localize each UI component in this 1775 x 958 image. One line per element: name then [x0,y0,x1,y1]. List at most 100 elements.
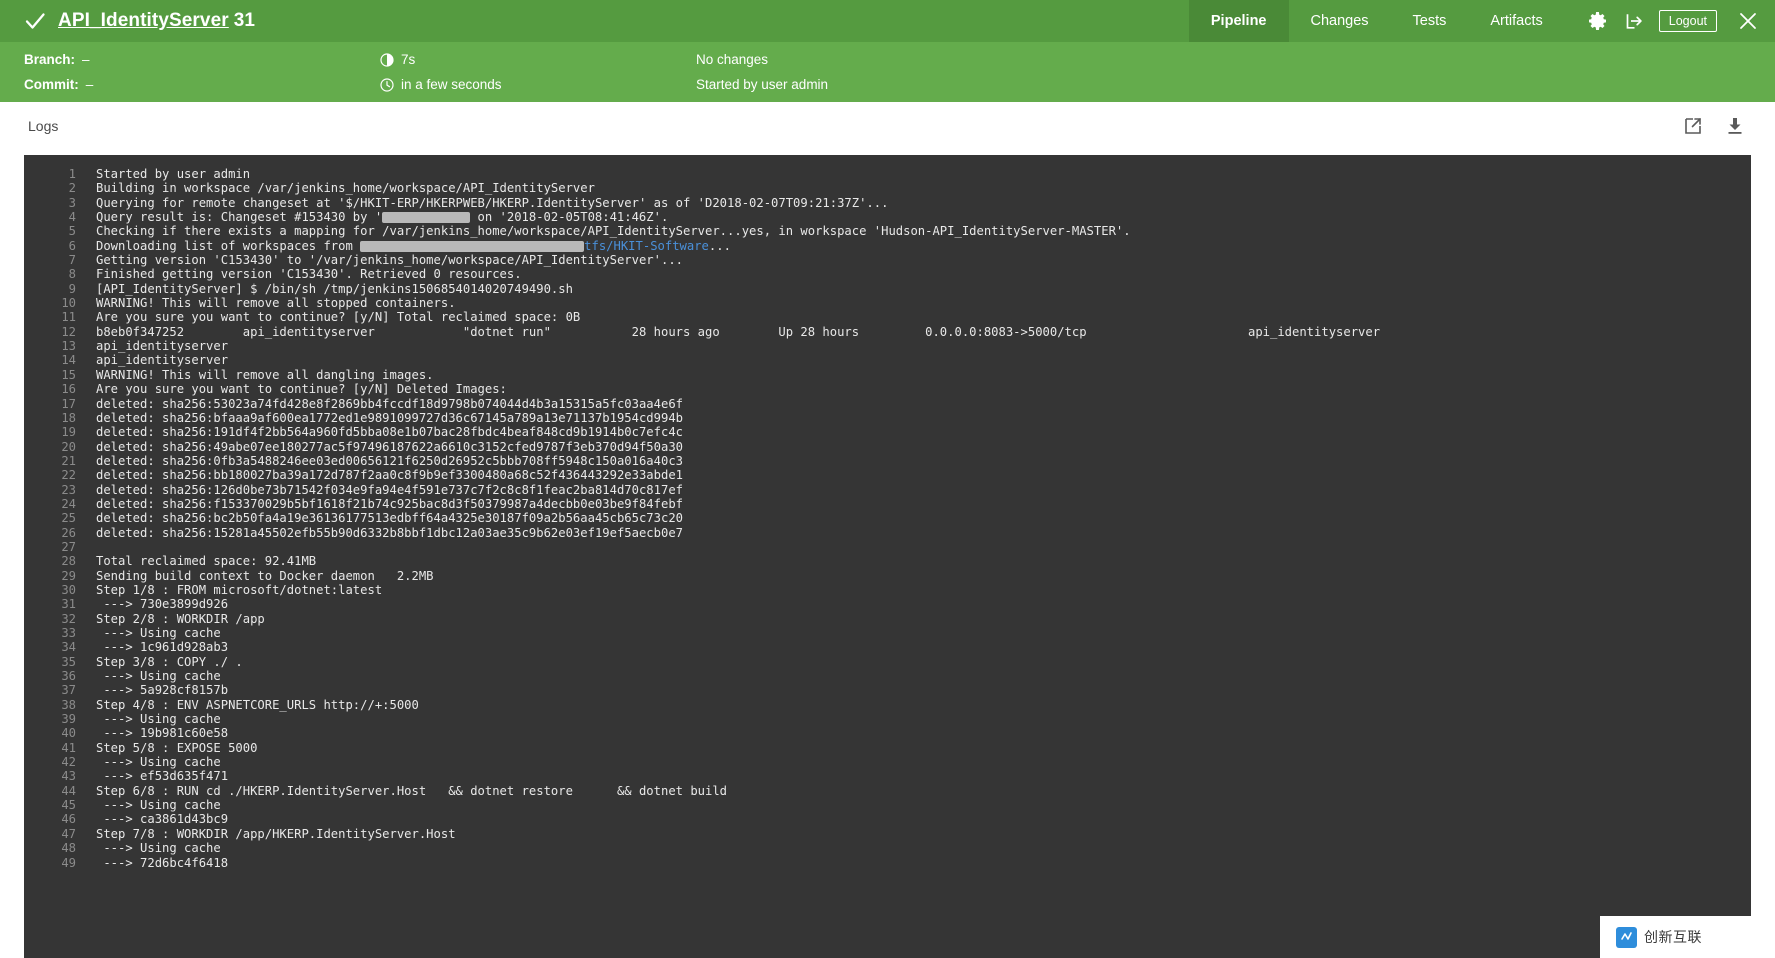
log-line-number: 4 [68,210,76,225]
logs-actions [1683,116,1745,136]
log-line: 8 Finished getting version 'C153430'. Ret… [24,267,1751,281]
log-line-text: Started by user admin [96,167,251,181]
log-line: 22 deleted: sha256:bb180027ba39a172d787f2… [24,468,1751,482]
branch-value: – [82,52,90,67]
log-line-number: 14 [61,353,76,368]
redacted-region [382,212,471,224]
log-line-number: 31 [61,597,76,612]
log-line-number: 29 [61,568,76,583]
changes-value: No changes [696,52,769,67]
log-line-text: ---> ef53d635f471 [96,769,229,784]
commit-label: Commit: [24,77,79,92]
log-line-number: 17 [61,396,76,411]
watermark-logo-icon [1616,926,1637,948]
log-line-text: Getting version 'C153430' to '/var/jenki… [96,253,683,268]
log-line-number: 43 [61,769,76,784]
log-line-text: deleted: sha256:bc2b50fa4a19e36136177513… [96,511,683,526]
log-line-text: Building in workspace /var/jenkins_home/… [96,181,595,196]
tab-tests[interactable]: Tests [1391,0,1469,42]
log-line: 15 WARNING! This will remove all dangling… [24,368,1751,382]
gear-icon[interactable] [1587,10,1609,32]
log-line-text: ---> 5a928cf8157b [96,683,229,698]
log-line-text: WARNING! This will remove all dangling i… [96,367,434,382]
log-line: 18 deleted: sha256:bfaaa9af600ea1772ed1e9… [24,411,1751,425]
log-line-text: Step 4/8 : ENV ASPNETCORE_URLS http://+:… [96,697,419,712]
log-line: 40 ---> 19b981c60e58 [24,726,1751,740]
log-line-number: 40 [61,726,76,741]
log-line: 36 ---> Using cache [24,669,1751,683]
primary-nav: Pipeline Changes Tests Artifacts [1188,0,1565,42]
log-line-number: 8 [68,267,76,282]
log-line: 13 api_identityserver [24,339,1751,353]
log-line: 26 deleted: sha256:15281a45502efb55b90d63… [24,526,1751,540]
log-line: 35 Step 3/8 : COPY ./ . [24,655,1751,669]
commit-value: – [85,77,94,92]
commit-row: Commit: – [24,76,380,93]
pipeline-header: API_IdentityServer 31 Pipeline Changes Te… [0,0,1775,102]
clock-icon [380,77,394,92]
page-title: API_IdentityServer 31 [58,10,255,32]
log-line: 20 deleted: sha256:49abe07ee180277ac5f974… [24,440,1751,454]
log-line: 3 Querying for remote changeset at '$/HKI… [24,196,1751,210]
log-line-text: deleted: sha256:191df4f2bb564a960fd5bba0… [96,425,683,440]
log-line-number: 49 [61,855,76,870]
log-line: 5 Checking if there exists a mapping for … [24,224,1751,238]
log-line-number: 19 [61,425,76,440]
log-line: 49 ---> 72d6bc4f6418 [24,856,1751,870]
download-icon[interactable] [1725,116,1745,136]
log-line-text: ---> Using cache [96,712,221,727]
replay-arrow-icon[interactable] [1623,10,1645,32]
log-line-number: 32 [61,611,76,626]
log-line-number: 34 [61,640,76,655]
check-icon [24,10,46,32]
logout-button[interactable]: Logout [1658,9,1717,33]
build-info-bar: Branch: – Commit: – 7s in a few seconds … [0,42,1775,102]
log-line: 11 Are you sure you want to continue? [y/… [24,310,1751,324]
duration-row: 7s [380,51,696,68]
job-name-link[interactable]: API_IdentityServer [58,10,229,31]
log-line: 2 Building in workspace /var/jenkins_home… [24,181,1751,195]
log-line-text: deleted: sha256:f153370029b5bf1618f21b74… [96,496,683,511]
log-line-number: 24 [61,496,76,511]
log-line: 31 ---> 730e3899d926 [24,597,1751,611]
console-log-panel[interactable]: 1 Started by user admin 2 Building in works… [24,155,1751,958]
log-line: 45 ---> Using cache [24,798,1751,812]
watermark-text: 创新互联 [1644,929,1702,945]
log-line-text: WARNING! This will remove all stopped co… [96,296,456,311]
log-line-number: 12 [61,324,76,339]
external-link-icon[interactable] [1683,116,1703,136]
tab-pipeline[interactable]: Pipeline [1188,0,1289,42]
log-line-text: Querying for remote changeset at '$/HKIT… [96,195,889,210]
branch-label: Branch: [24,52,76,67]
log-line-text: [API_IdentityServer] $ /bin/sh /tmp/jenk… [96,281,573,296]
log-line-number: 30 [61,582,76,597]
log-line-text: Total reclaimed space: 92.41MB [96,554,317,569]
time-value: in a few seconds [401,77,502,92]
log-line: 27 [24,540,1751,554]
log-line-text: ---> Using cache [96,841,221,856]
cause-row: Started by user admin [696,76,1775,93]
log-line: 42 ---> Using cache [24,755,1751,769]
log-link[interactable]: tfs/HKIT-Software [584,239,709,253]
log-line-text: deleted: sha256:53023a74fd428e8f2869bb4f… [96,396,683,411]
log-line-number: 38 [61,697,76,712]
log-line-number: 39 [61,712,76,727]
close-icon[interactable] [1735,8,1761,34]
tab-artifacts[interactable]: Artifacts [1468,0,1564,42]
log-line-text: api_identityserver [96,353,229,368]
log-line: 34 ---> 1c961d928ab3 [24,640,1751,654]
log-line: 19 deleted: sha256:191df4f2bb564a960fd5bb… [24,425,1751,439]
tab-changes[interactable]: Changes [1289,0,1391,42]
build-number: 31 [233,10,256,31]
log-line-text: deleted: sha256:15281a45502efb55b90d6332… [96,525,683,540]
log-line-text: Sending build context to Docker daemon 2… [96,568,434,583]
log-line-text: Step 6/8 : RUN cd ./HKERP.IdentityServer… [96,783,728,798]
log-line: 46 ---> ca3861d43bc9 [24,812,1751,826]
log-line-number: 27 [61,539,76,554]
log-line-text: deleted: sha256:bb180027ba39a172d787f2aa… [96,468,683,483]
log-line: 38 Step 4/8 : ENV ASPNETCORE_URLS http://… [24,698,1751,712]
build-title-block: API_IdentityServer 31 [0,0,1189,42]
log-line: 37 ---> 5a928cf8157b [24,683,1751,697]
log-line: 30 Step 1/8 : FROM microsoft/dotnet:lates… [24,583,1751,597]
log-line-number: 16 [61,382,76,397]
